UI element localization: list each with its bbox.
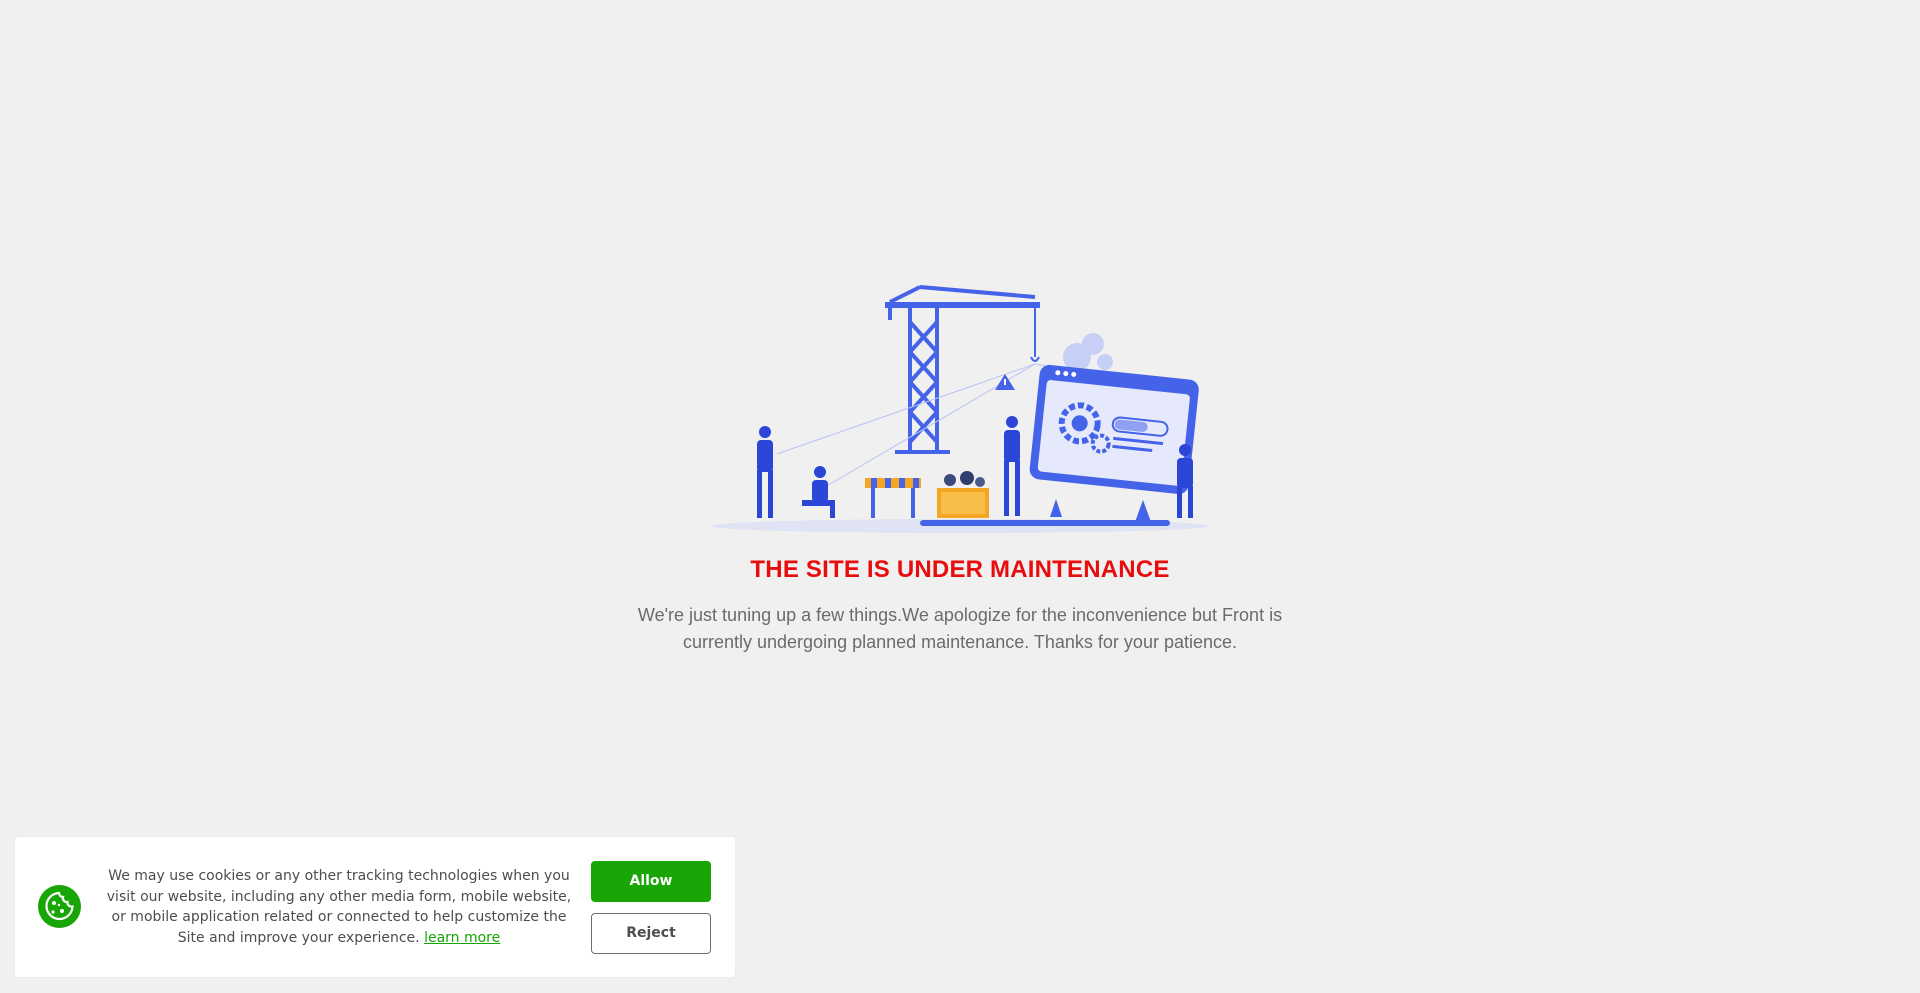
- cookie-banner: We may use cookies or any other tracking…: [15, 837, 735, 977]
- maintenance-title: THE SITE IS UNDER MAINTENANCE: [750, 556, 1170, 583]
- cookie-message-text: We may use cookies or any other tracking…: [106, 868, 572, 946]
- maintenance-section: THE SITE IS UNDER MAINTENANCE We're just…: [0, 282, 1920, 656]
- reject-button[interactable]: Reject: [591, 913, 711, 954]
- maintenance-page: THE SITE IS UNDER MAINTENANCE We're just…: [0, 0, 1920, 993]
- maintenance-description: We're just tuning up a few things.We apo…: [637, 605, 1283, 652]
- maintenance-illustration: [710, 285, 1210, 533]
- allow-button[interactable]: Allow: [591, 861, 711, 902]
- cookie-message: We may use cookies or any other tracking…: [99, 866, 579, 948]
- learn-more-link[interactable]: learn more: [424, 930, 500, 946]
- cookie-icon: [38, 885, 81, 928]
